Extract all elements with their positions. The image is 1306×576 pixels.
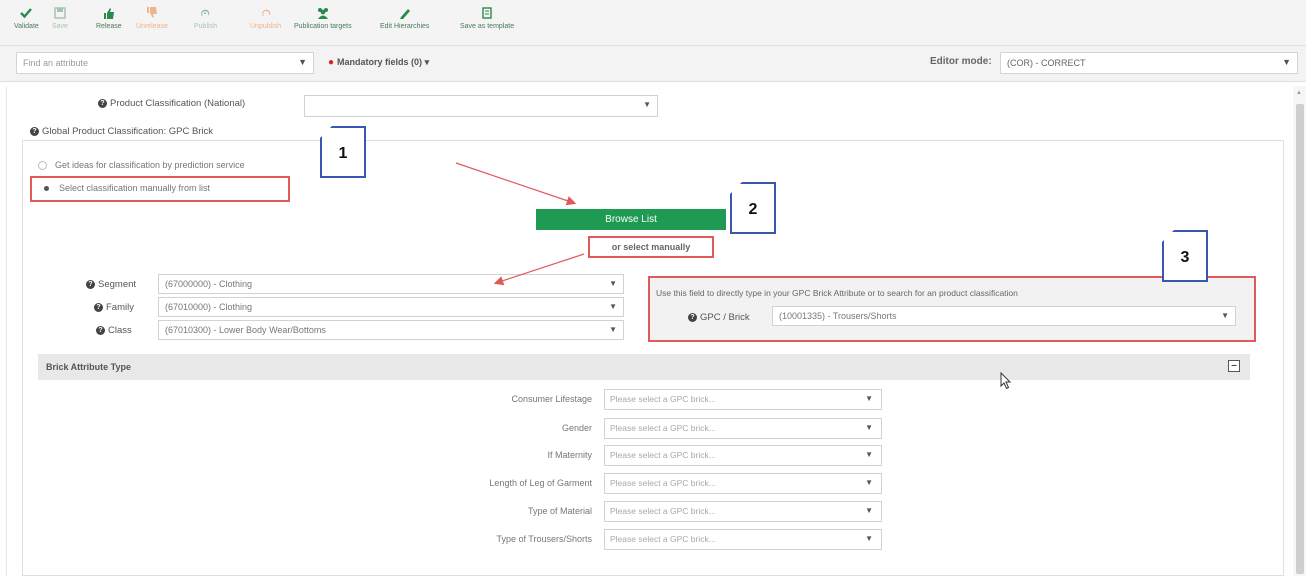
chevron-down-icon: ▼ <box>865 534 873 543</box>
attribute-row: Length of Leg of Garment Please select a… <box>0 473 900 495</box>
chevron-down-icon: ▼ <box>865 506 873 515</box>
chevron-down-icon: ▼ <box>865 450 873 459</box>
arrow-to-segment <box>493 253 585 286</box>
chevron-down-icon: ▼ <box>865 478 873 487</box>
attribute-row: Gender Please select a GPC brick... ▼ <box>0 418 900 440</box>
consumer-lifestage-select[interactable]: Please select a GPC brick... ▼ <box>604 389 882 410</box>
maternity-select[interactable]: Please select a GPC brick... ▼ <box>604 445 882 466</box>
trousers-type-select[interactable]: Please select a GPC brick... ▼ <box>604 529 882 550</box>
collapse-icon[interactable]: – <box>1228 360 1240 372</box>
mouse-cursor-icon <box>1000 372 1012 390</box>
attribute-row: Type of Material Please select a GPC bri… <box>0 501 900 523</box>
attribute-row: Consumer Lifestage Please select a GPC b… <box>0 389 900 411</box>
leg-length-select[interactable]: Please select a GPC brick... ▼ <box>604 473 882 494</box>
arrow-to-browse <box>455 162 577 206</box>
gender-select[interactable]: Please select a GPC brick... ▼ <box>604 418 882 439</box>
material-type-select[interactable]: Please select a GPC brick... ▼ <box>604 501 882 522</box>
attribute-row: If Maternity Please select a GPC brick..… <box>0 445 900 467</box>
chevron-down-icon: ▼ <box>865 423 873 432</box>
brick-attribute-header: Brick Attribute Type <box>38 354 1250 380</box>
chevron-down-icon: ▼ <box>865 394 873 403</box>
attribute-row: Type of Trousers/Shorts Please select a … <box>0 529 900 551</box>
app-window: Validate Save Release Unrelease Publish … <box>0 0 1306 576</box>
